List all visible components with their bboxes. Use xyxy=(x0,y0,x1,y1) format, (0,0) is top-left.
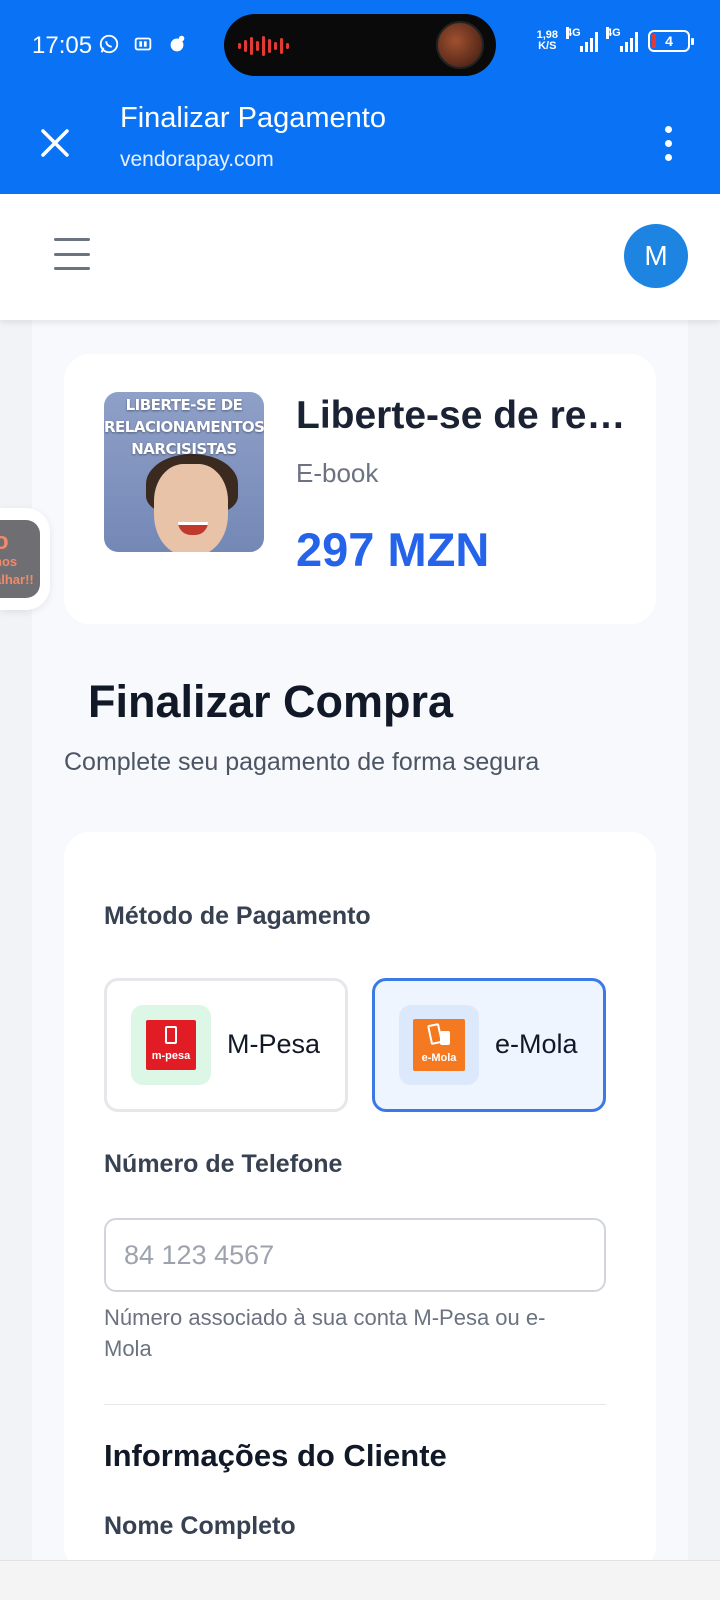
audio-waveform-icon xyxy=(238,36,289,56)
status-bar: 17:05 1,98 K/S 4G 4G 4 xyxy=(0,0,720,90)
notification-icons xyxy=(98,33,188,55)
network-speed: 1,98 K/S xyxy=(536,29,558,52)
status-time: 17:05 xyxy=(32,32,93,59)
page-title: Finalizar Pagamento xyxy=(120,102,386,134)
battery-icon: 4 xyxy=(648,30,694,52)
more-options-button[interactable] xyxy=(656,118,680,168)
full-name-label: Nome Completo xyxy=(104,1512,296,1540)
cover-text: LIBERTE-SE DE RELACIONAMENTOS NARCISISTA… xyxy=(104,396,264,458)
product-type: E-book xyxy=(296,458,379,488)
payment-option-label: M-Pesa xyxy=(227,1029,321,1059)
payment-option-emola[interactable]: e-Mola e-Mola xyxy=(372,978,606,1112)
product-card: LIBERTE-SE DE RELACIONAMENTOS NARCISISTA… xyxy=(64,354,656,624)
whatsapp-icon xyxy=(99,34,119,54)
signal-icon: 4G xyxy=(566,27,598,52)
signal-icon: 4G xyxy=(606,27,638,52)
browser-toolbar: Finalizar Pagamento vendorapay.com xyxy=(0,90,720,194)
bank-app-icon xyxy=(134,37,152,51)
checkout-title: Finalizar Compra xyxy=(88,676,454,727)
mpesa-logo-icon: m-pesa xyxy=(146,1020,196,1070)
close-tab-button[interactable] xyxy=(30,118,80,168)
product-cover-image: LIBERTE-SE DE RELACIONAMENTOS NARCISISTA… xyxy=(104,392,264,552)
status-indicators: 1,98 K/S 4G 4G 4 xyxy=(536,27,694,52)
divider xyxy=(104,1404,606,1405)
phone-help-text: Número associado à sua conta M-Pesa ou e… xyxy=(104,1305,546,1361)
app-notification-icon xyxy=(170,35,185,52)
emola-logo-icon: e-Mola xyxy=(413,1019,465,1071)
more-vert-icon xyxy=(664,125,672,133)
phone-input[interactable] xyxy=(104,1218,606,1292)
client-info-title: Informações do Cliente xyxy=(104,1438,447,1473)
avatar[interactable]: M xyxy=(624,224,688,288)
menu-button[interactable] xyxy=(54,238,90,270)
media-thumbnail xyxy=(436,21,484,69)
system-navigation-bar xyxy=(0,1560,720,1600)
site-header: M xyxy=(0,194,720,320)
payment-method-label: Método de Pagamento xyxy=(104,902,371,930)
phone-label: Número de Telefone xyxy=(104,1150,343,1178)
checkout-subtitle: Complete seu pagamento de forma segura xyxy=(64,748,540,776)
dynamic-island xyxy=(224,14,496,76)
check-icon: o xyxy=(0,528,9,555)
page-url: vendorapay.com xyxy=(120,148,274,171)
checkout-form: Método de Pagamento m-pesa M-Pesa e-Mola… xyxy=(64,832,656,1572)
product-title: Liberte-se de relacionamentos narcisista… xyxy=(296,394,626,437)
payment-option-mpesa[interactable]: m-pesa M-Pesa xyxy=(104,978,348,1112)
product-price: 297 MZN xyxy=(296,523,490,576)
hamburger-icon xyxy=(54,238,90,241)
payment-option-label: e-Mola xyxy=(495,1029,578,1059)
floating-help-widget[interactable]: o nos alhar!! xyxy=(0,508,50,610)
close-icon xyxy=(41,129,69,157)
